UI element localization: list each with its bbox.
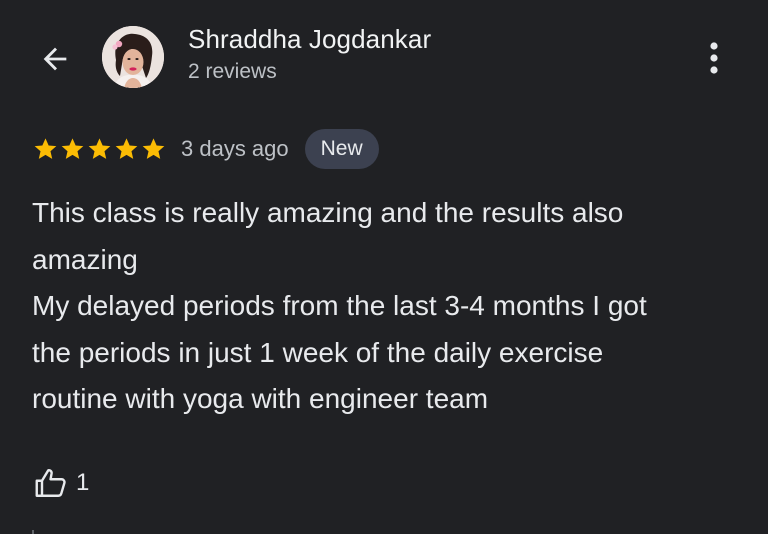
more-options-button[interactable] <box>698 38 730 78</box>
review-text-line: My delayed periods from the last 3-4 mon… <box>32 290 647 321</box>
star-icon <box>115 138 138 159</box>
thumb-up-icon <box>35 469 66 497</box>
review-text-line: routine with yoga with engineer team <box>32 383 489 414</box>
divider <box>32 530 34 534</box>
review-text-line: amazing <box>32 243 138 275</box>
review-detail-screen: Shraddha Jogdankar 2 reviews 3 days ago … <box>0 0 768 534</box>
new-badge: New <box>304 129 379 169</box>
like-count: 1 <box>76 469 90 496</box>
review-date: 3 days ago <box>181 136 289 161</box>
avatar[interactable] <box>102 26 164 88</box>
review-body: This class is really amazing and the res… <box>32 190 732 423</box>
rating-row: 3 days ago New <box>32 128 379 170</box>
review-text-line: This class is really amazing and the res… <box>32 197 624 228</box>
helpful-row: 1 <box>32 462 89 504</box>
star-icon <box>34 138 57 159</box>
more-vert-icon <box>710 42 718 74</box>
star-rating <box>32 136 167 162</box>
star-icon <box>142 138 165 159</box>
thumb-up-button[interactable] <box>32 464 70 502</box>
back-button[interactable] <box>34 38 76 80</box>
reviewer-name[interactable]: Shraddha Jogdankar <box>188 24 431 55</box>
review-text-line: the periods in just 1 week of the daily … <box>32 336 604 368</box>
star-icon <box>61 138 84 159</box>
arrow-back-icon <box>43 47 67 71</box>
avatar-image <box>102 26 164 88</box>
reviewer-review-count: 2 reviews <box>188 60 277 83</box>
star-icon <box>88 138 111 159</box>
